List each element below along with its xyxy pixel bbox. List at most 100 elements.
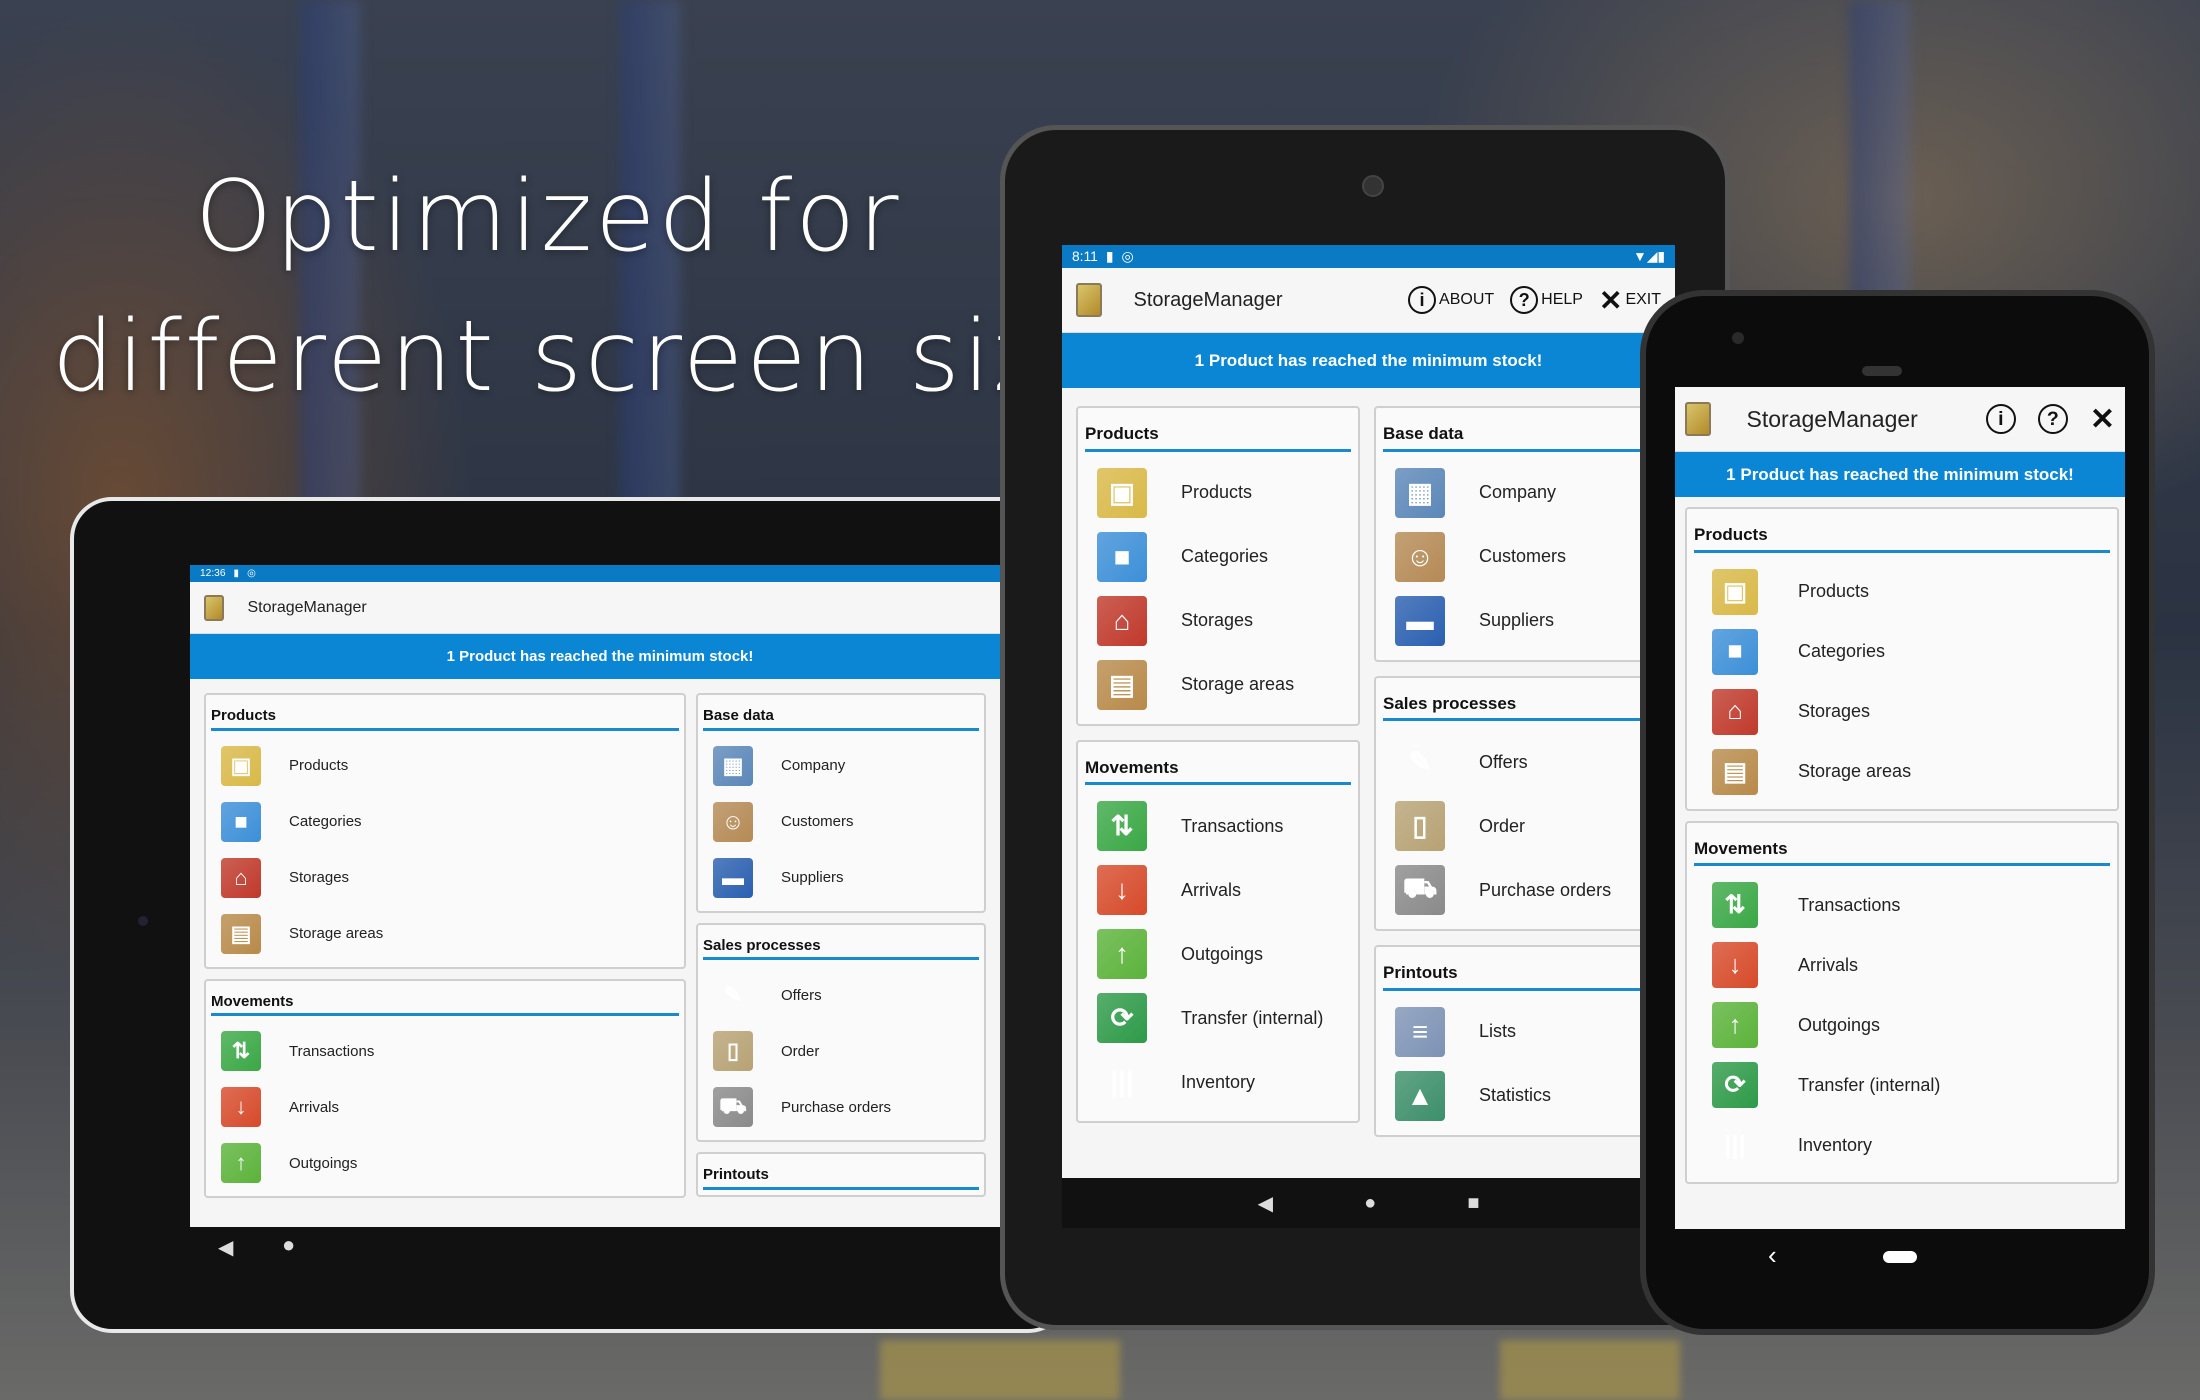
menu-item-arrivals[interactable]: ↓ Arrivals xyxy=(1694,935,2110,995)
exit-button[interactable]: ✕ EXIT xyxy=(1599,284,1661,317)
menu-item-purchase-orders[interactable]: ⛟ Purchase orders xyxy=(703,1079,979,1135)
menu-item-outgoings[interactable]: ↑ Outgoings xyxy=(1085,922,1351,986)
panel-title: Products xyxy=(211,700,679,731)
menu-item-transactions[interactable]: ⇅ Transactions xyxy=(211,1023,679,1079)
transfer-icon: ⟳ xyxy=(1712,1062,1758,1108)
panel-printouts: Printouts ≡ Lists ▲ Statistics xyxy=(1374,945,1658,1137)
menu-item-arrivals[interactable]: ↓ Arrivals xyxy=(1085,858,1351,922)
menu-item-statistics[interactable]: ▲ Statistics xyxy=(1383,1064,1649,1128)
house-icon: ⌂ xyxy=(1097,595,1147,646)
menu-item-categories[interactable]: ■ Categories xyxy=(211,794,679,850)
box-out-icon: ↑ xyxy=(1097,929,1147,979)
nav-back-button[interactable]: ◀ xyxy=(1258,1191,1273,1216)
dashboard: Products ▣ Products ■ Categories ⌂ Storages ▤ St… xyxy=(1675,497,2125,1229)
menu-item-label: Outgoings xyxy=(1798,1014,1881,1035)
about-button[interactable]: i ABOUT xyxy=(1408,286,1494,314)
document-pen-icon: ✎ xyxy=(723,982,743,1007)
menu-item-transactions[interactable]: ⇅ Transactions xyxy=(1085,794,1351,858)
menu-item-label: Company xyxy=(1479,482,1557,502)
box-icon: ▣ xyxy=(1712,568,1758,615)
menu-item-order[interactable]: ▯ Order xyxy=(703,1023,979,1079)
menu-item-offers[interactable]: ✎ Offers xyxy=(703,967,979,1023)
menu-item-products[interactable]: ▣ Products xyxy=(1694,562,2110,622)
menu-item-transfer-internal[interactable]: ⟳ Transfer (internal) xyxy=(1694,1055,2110,1115)
panel-title: Movements xyxy=(211,986,679,1016)
menu-item-transfer-internal[interactable]: ⟳ Transfer (internal) xyxy=(1085,986,1351,1050)
menu-item-label: Storages xyxy=(289,869,350,886)
menu-item-categories[interactable]: ■ Categories xyxy=(1085,525,1351,589)
menu-item-storages[interactable]: ⌂ Storages xyxy=(1694,682,2110,742)
menu-item-inventory[interactable]: ||| Inventory xyxy=(1085,1050,1351,1114)
panel-products: Products ▣ Products ■ Categories ⌂ Storages ▤ St… xyxy=(1685,507,2119,811)
wifi-signal-battery-icon: ▼◢▮ xyxy=(1633,248,1665,264)
min-stock-banner[interactable]: 1 Product has reached the minimum stock! xyxy=(1062,333,1675,388)
about-button[interactable]: i xyxy=(1985,404,2016,434)
close-icon: ✕ xyxy=(2089,402,2115,436)
camera xyxy=(138,916,148,926)
menu-item-company[interactable]: ▦ Company xyxy=(703,738,979,794)
arrows-up-down-icon: ⇅ xyxy=(221,1031,261,1071)
menu-item-storage-areas[interactable]: ▤ Storage areas xyxy=(211,906,679,962)
min-stock-banner[interactable]: 1 Product has reached the minimum stock! xyxy=(190,634,1010,679)
menu-item-label: Offers xyxy=(781,986,822,1004)
menu-item-company[interactable]: ▦ Company xyxy=(1383,461,1649,525)
menu-item-inventory[interactable]: ||| Inventory xyxy=(1694,1115,2110,1175)
background-floor-marking xyxy=(1500,1340,1680,1400)
menu-item-arrivals[interactable]: ↓ Arrivals xyxy=(211,1079,679,1135)
sd-card-icon: ▮ xyxy=(1105,248,1114,264)
menu-item-label: Outgoings xyxy=(1181,943,1264,964)
menu-item-storage-areas[interactable]: ▤ Storage areas xyxy=(1694,742,2110,802)
help-button[interactable]: ? HELP xyxy=(1510,286,1583,314)
nav-back-button[interactable]: ‹ xyxy=(1768,1240,1777,1271)
dashboard: Products ▣ Products ■ Categories ⌂ Storages ▤ St… xyxy=(190,679,1010,1227)
min-stock-banner[interactable]: 1 Product has reached the minimum stock! xyxy=(1675,452,2125,497)
cart-icon: ⛟ xyxy=(713,1087,753,1127)
nav-home-button[interactable]: ● xyxy=(1364,1192,1376,1215)
menu-item-label: Inventory xyxy=(1798,1134,1873,1155)
exit-button[interactable]: ✕ xyxy=(2090,402,2115,437)
info-icon: i xyxy=(1408,286,1437,314)
transfer-icon: ⟳ xyxy=(1097,993,1147,1043)
menu-item-label: Arrivals xyxy=(289,1098,340,1116)
sd-card-icon: ▮ xyxy=(233,568,240,579)
menu-item-outgoings[interactable]: ↑ Outgoings xyxy=(211,1135,679,1191)
help-button[interactable]: ? xyxy=(2037,404,2068,434)
app-bar: StorageManager i ABOUT? HELP ✕ EXIT xyxy=(1062,268,1675,333)
menu-item-label: Arrivals xyxy=(1181,879,1242,900)
menu-item-customers[interactable]: ☺ Customers xyxy=(1383,525,1649,589)
menu-item-label: Storage areas xyxy=(1181,674,1295,694)
menu-item-suppliers[interactable]: ▬ Suppliers xyxy=(1383,589,1649,653)
nav-home-button[interactable]: ● xyxy=(282,1232,295,1258)
menu-item-products[interactable]: ▣ Products xyxy=(1085,461,1351,525)
box-out-icon: ↑ xyxy=(1712,1002,1758,1048)
nav-home-button[interactable] xyxy=(1883,1251,1917,1263)
menu-item-storage-areas[interactable]: ▤ Storage areas xyxy=(1085,653,1351,717)
menu-item-label: Customers xyxy=(781,813,854,830)
arrows-up-down-icon: ⇅ xyxy=(1712,882,1758,928)
box-icon: ▣ xyxy=(1097,467,1147,518)
menu-item-customers[interactable]: ☺ Customers xyxy=(703,794,979,850)
menu-item-products[interactable]: ▣ Products xyxy=(211,738,679,794)
box-in-icon: ↓ xyxy=(221,1087,261,1127)
truck-icon: ▬ xyxy=(713,857,753,898)
menu-item-storages[interactable]: ⌂ Storages xyxy=(1085,589,1351,653)
menu-item-outgoings[interactable]: ↑ Outgoings xyxy=(1694,995,2110,1055)
menu-item-lists[interactable]: ≡ Lists xyxy=(1383,1000,1649,1064)
menu-item-purchase-orders[interactable]: ⛟ Purchase orders xyxy=(1383,858,1649,922)
truck-icon: ▬ xyxy=(1395,595,1445,646)
nav-back-button[interactable]: ◀ xyxy=(218,1235,233,1260)
nav-recents-button[interactable]: ■ xyxy=(1467,1192,1479,1215)
panel-title: Movements xyxy=(1085,749,1351,785)
menu-item-label: Transactions xyxy=(1798,894,1901,915)
panel-products: Products ▣ Products ■ Categories ⌂ Storages ▤ St… xyxy=(204,693,686,969)
camera xyxy=(1362,175,1384,197)
help-icon: ? xyxy=(2037,404,2068,434)
menu-item-categories[interactable]: ■ Categories xyxy=(1694,622,2110,682)
panel-base: Base data ▦ Company ☺ Customers ▬ Suppliers xyxy=(1374,406,1658,662)
menu-item-storages[interactable]: ⌂ Storages xyxy=(211,850,679,906)
menu-item-order[interactable]: ▯ Order xyxy=(1383,794,1649,858)
menu-item-label: Statistics xyxy=(1479,1085,1552,1105)
menu-item-offers[interactable]: ✎ Offers xyxy=(1383,730,1649,794)
menu-item-transactions[interactable]: ⇅ Transactions xyxy=(1694,875,2110,935)
menu-item-suppliers[interactable]: ▬ Suppliers xyxy=(703,850,979,906)
